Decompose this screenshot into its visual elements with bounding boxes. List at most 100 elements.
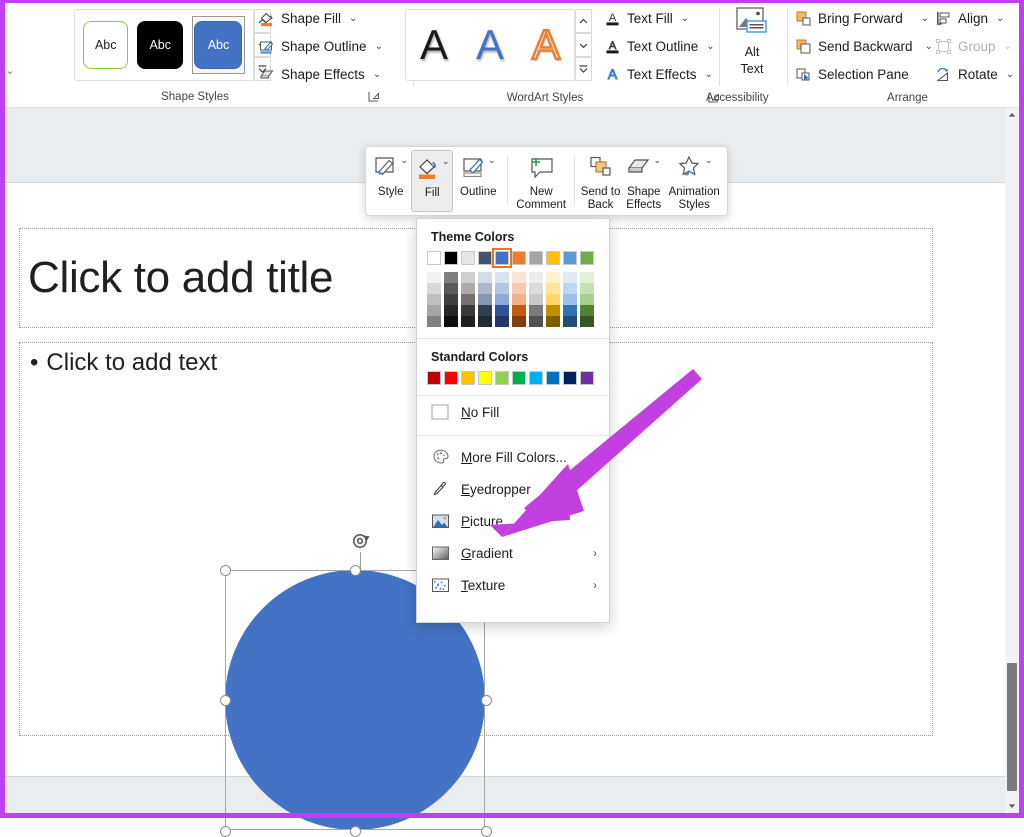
scrollbar-thumb[interactable] <box>1007 663 1017 791</box>
theme-color-variant-9-0[interactable] <box>580 272 594 283</box>
chevron-down-icon[interactable]: ⌄ <box>681 13 689 24</box>
theme-color-variant-column-0[interactable] <box>427 272 441 327</box>
minibar-send-to-back-button[interactable]: Send to Back <box>579 150 622 212</box>
resize-handle-n[interactable] <box>350 565 361 576</box>
theme-color-variant-1-4[interactable] <box>444 316 458 327</box>
theme-color-swatch-9[interactable] <box>580 251 594 265</box>
theme-color-variant-2-0[interactable] <box>461 272 475 283</box>
theme-color-variant-7-0[interactable] <box>546 272 560 283</box>
minibar-outline-button[interactable]: ⌄ Outline <box>453 150 503 212</box>
chevron-down-icon[interactable]: ⌄ <box>373 69 381 80</box>
text-outline-button[interactable]: A Text Outline ⌄ <box>604 34 715 58</box>
theme-color-variant-8-3[interactable] <box>563 305 577 316</box>
theme-color-variant-column-6[interactable] <box>529 272 543 327</box>
theme-color-variant-2-2[interactable] <box>461 294 475 305</box>
theme-color-variant-6-2[interactable] <box>529 294 543 305</box>
resize-handle-sw[interactable] <box>220 826 231 837</box>
theme-color-swatch-7[interactable] <box>546 251 560 265</box>
theme-color-variant-5-2[interactable] <box>512 294 526 305</box>
theme-color-variant-column-8[interactable] <box>563 272 577 327</box>
theme-color-variant-8-1[interactable] <box>563 283 577 294</box>
chevron-down-icon[interactable]: ⌄ <box>705 155 713 166</box>
theme-color-variant-0-2[interactable] <box>427 294 441 305</box>
theme-color-variant-9-3[interactable] <box>580 305 594 316</box>
theme-color-variant-9-2[interactable] <box>580 294 594 305</box>
shape-style-thumb-1[interactable]: Abc <box>83 21 128 69</box>
theme-color-variant-9-4[interactable] <box>580 316 594 327</box>
shape-outline-button[interactable]: Shape Outline ⌄ <box>258 34 383 58</box>
chevron-down-icon[interactable]: ⌄ <box>1006 69 1014 80</box>
theme-color-variant-0-3[interactable] <box>427 305 441 316</box>
theme-color-variant-7-3[interactable] <box>546 305 560 316</box>
shape-style-thumb-2[interactable]: Abc <box>137 21 182 69</box>
chevron-down-icon[interactable]: ⌄ <box>653 155 661 166</box>
standard-color-swatch-6[interactable] <box>529 371 543 385</box>
theme-color-variant-4-0[interactable] <box>495 272 509 283</box>
standard-color-swatch-3[interactable] <box>478 371 492 385</box>
menu-item-picture[interactable]: Picture... <box>417 505 609 537</box>
theme-color-variant-column-3[interactable] <box>478 272 492 327</box>
theme-colors-variant-grid[interactable] <box>417 272 609 327</box>
text-fill-button[interactable]: A Text Fill ⌄ <box>604 6 689 30</box>
theme-color-swatch-2[interactable] <box>461 251 475 265</box>
theme-color-variant-0-4[interactable] <box>427 316 441 327</box>
theme-color-variant-3-0[interactable] <box>478 272 492 283</box>
theme-color-variant-5-0[interactable] <box>512 272 526 283</box>
standard-color-swatch-8[interactable] <box>563 371 577 385</box>
vertical-scrollbar[interactable] <box>1005 108 1019 813</box>
theme-color-variant-5-3[interactable] <box>512 305 526 316</box>
theme-color-variant-3-1[interactable] <box>478 283 492 294</box>
chevron-down-icon[interactable]: ⌄ <box>996 13 1004 24</box>
minibar-animation-styles-button[interactable]: ⌄ Animation Styles <box>665 150 723 212</box>
minibar-shape-effects-button[interactable]: ⌄ Shape Effects <box>622 150 665 212</box>
menu-item-no-fill[interactable]: No Fill <box>417 396 609 428</box>
shape-style-thumb-3-selected[interactable]: Abc <box>192 16 245 74</box>
resize-handle-nw[interactable] <box>220 565 231 576</box>
theme-color-swatch-1[interactable] <box>444 251 458 265</box>
theme-color-variant-column-2[interactable] <box>461 272 475 327</box>
chevron-down-icon[interactable]: ⌄ <box>349 13 357 24</box>
wordart-thumb-3[interactable]: A <box>532 24 560 66</box>
theme-color-variant-3-2[interactable] <box>478 294 492 305</box>
fill-dropdown-menu[interactable]: Theme Colors Standard Colors No Fill Mor… <box>416 218 610 623</box>
bring-forward-button[interactable]: Bring Forward ⌄ <box>795 6 929 30</box>
menu-item-more-fill-colors[interactable]: More Fill Colors... <box>417 441 609 473</box>
theme-color-swatch-3[interactable] <box>478 251 492 265</box>
rotate-button[interactable]: Rotate ⌄ <box>935 62 1014 86</box>
dialog-launcher-icon[interactable] <box>368 91 380 103</box>
menu-item-eyedropper[interactable]: Eyedropper <box>417 473 609 505</box>
rotate-handle-icon[interactable] <box>350 530 372 552</box>
theme-color-variant-4-2[interactable] <box>495 294 509 305</box>
theme-color-variant-6-4[interactable] <box>529 316 543 327</box>
resize-handle-e[interactable] <box>481 695 492 706</box>
chevron-down-icon[interactable]: ⌄ <box>2 62 18 78</box>
theme-color-variant-column-7[interactable] <box>546 272 560 327</box>
theme-color-variant-8-2[interactable] <box>563 294 577 305</box>
theme-color-variant-1-0[interactable] <box>444 272 458 283</box>
theme-color-variant-6-3[interactable] <box>529 305 543 316</box>
shape-styles-gallery[interactable]: Abc Abc Abc <box>74 9 254 81</box>
chevron-down-icon[interactable]: ⌄ <box>375 41 383 52</box>
theme-color-variant-1-1[interactable] <box>444 283 458 294</box>
theme-color-variant-column-9[interactable] <box>580 272 594 327</box>
menu-item-texture[interactable]: Texture › <box>417 569 609 601</box>
theme-color-variant-column-1[interactable] <box>444 272 458 327</box>
resize-handle-w[interactable] <box>220 695 231 706</box>
theme-color-variant-0-1[interactable] <box>427 283 441 294</box>
theme-color-variant-3-3[interactable] <box>478 305 492 316</box>
theme-color-variant-4-1[interactable] <box>495 283 509 294</box>
selection-pane-button[interactable]: Selection Pane <box>795 62 909 86</box>
standard-color-swatch-9[interactable] <box>580 371 594 385</box>
chevron-down-icon[interactable]: ⌄ <box>488 155 496 166</box>
theme-color-variant-4-4[interactable] <box>495 316 509 327</box>
align-button[interactable]: Align ⌄ <box>935 6 1004 30</box>
theme-colors-base-row[interactable] <box>417 251 609 265</box>
standard-color-swatch-2[interactable] <box>461 371 475 385</box>
theme-color-variant-6-0[interactable] <box>529 272 543 283</box>
theme-color-swatch-0[interactable] <box>427 251 441 265</box>
shape-fill-button[interactable]: Shape Fill ⌄ <box>258 6 357 30</box>
theme-color-swatch-5[interactable] <box>512 251 526 265</box>
standard-color-swatch-0[interactable] <box>427 371 441 385</box>
theme-color-variant-8-4[interactable] <box>563 316 577 327</box>
wordart-styles-gallery[interactable]: A A A <box>405 9 575 81</box>
